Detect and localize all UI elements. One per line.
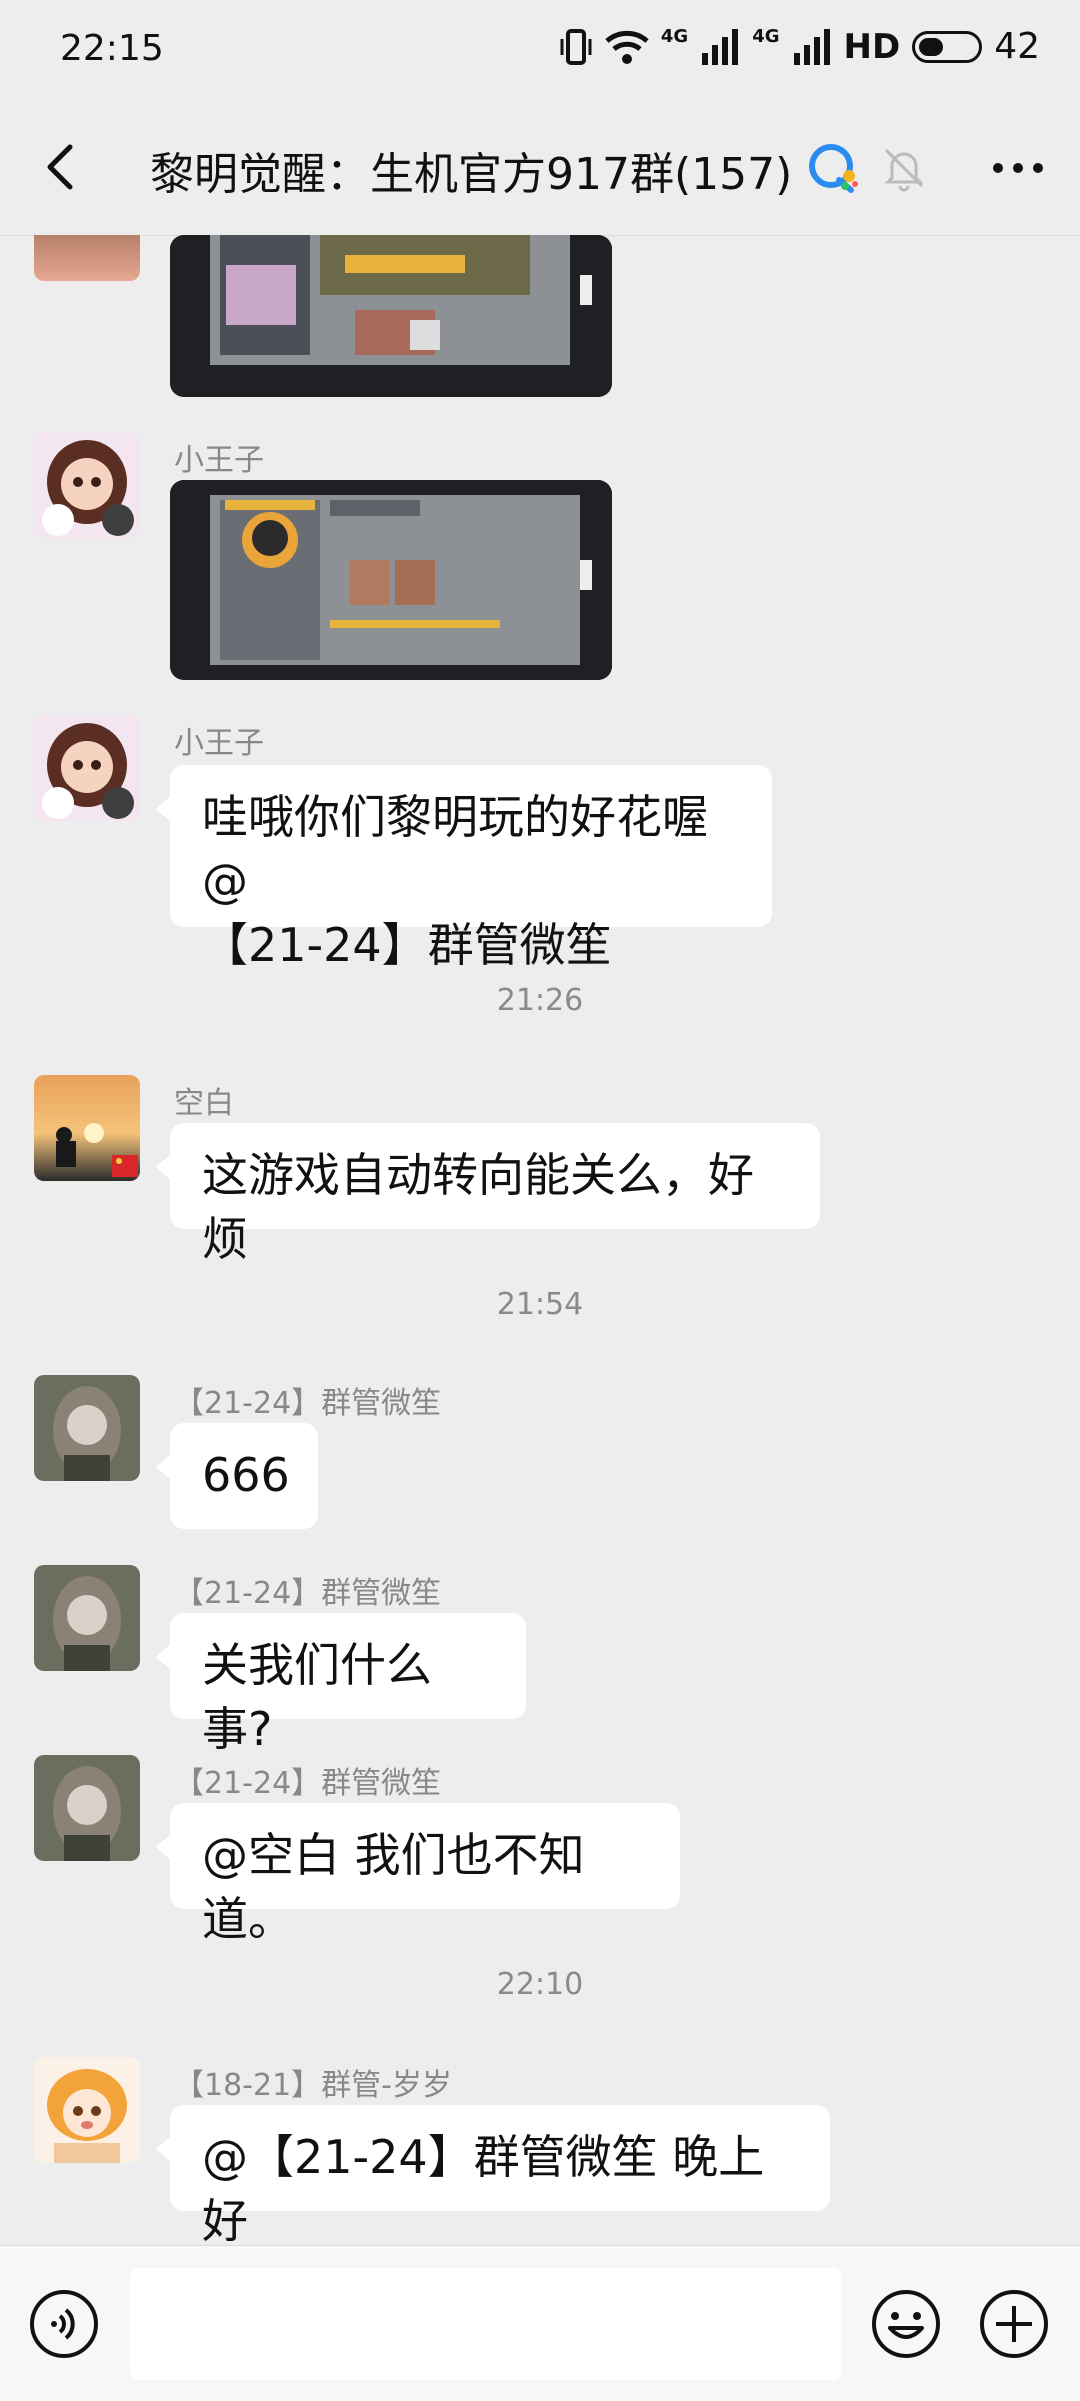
avatar[interactable] <box>34 1565 140 1671</box>
avatar[interactable] <box>34 1075 140 1181</box>
avatar[interactable] <box>34 1755 140 1861</box>
message-bubble[interactable]: 关我们什么事? <box>156 1613 526 1756</box>
sender-name: 【21-24】群管微笙 <box>174 1576 442 1611</box>
qq-chat-icon[interactable] <box>805 140 861 196</box>
anime-girl-forest-avatar <box>34 1375 140 1481</box>
status-bar: 22:15 4G 4G HD 42 <box>0 0 1080 100</box>
battery-level: 42 <box>994 26 1040 67</box>
message-text: 关我们什么事? <box>202 1638 432 1756</box>
message-bubble[interactable]: @空白 我们也不知道。 <box>156 1803 680 1946</box>
sender-name: 小王子 <box>174 443 264 478</box>
message-bubble[interactable]: 这游戏自动转向能关么，好烦 <box>156 1123 820 1266</box>
network-type-2: 4G <box>752 26 780 47</box>
timestamp: 22:10 <box>496 1967 584 2002</box>
sender-name: 【21-24】群管微笙 <box>174 1766 442 1801</box>
game-screenshot-image <box>170 235 612 397</box>
sunset-person-avatar <box>34 1075 140 1181</box>
avatar[interactable] <box>34 235 140 281</box>
girl-with-dogs-avatar <box>34 432 140 538</box>
status-icons: 4G 4G HD 42 <box>559 26 1040 67</box>
avatar[interactable] <box>34 1375 140 1481</box>
image-message[interactable] <box>170 480 612 680</box>
anime-girl-forest-avatar <box>34 1565 140 1671</box>
game-profile-screenshot <box>170 480 612 680</box>
orange-hair-anime-avatar <box>34 2057 140 2163</box>
plus-icon[interactable] <box>978 2288 1050 2360</box>
message-text: 666 <box>202 1448 290 1502</box>
hd-badge: HD <box>843 26 901 67</box>
timestamp: 21:54 <box>496 1287 584 1322</box>
chat-title[interactable]: 黎明觉醒：生机官方917群(157) <box>150 138 792 202</box>
message-bubble[interactable]: 666 <box>156 1423 318 1529</box>
message-bubble[interactable]: @【21-24】群管微笙 晚上好 <box>156 2105 830 2245</box>
sender-name: 空白 <box>174 1086 234 1121</box>
sender-name: 【18-21】群管-岁岁 <box>174 2068 452 2103</box>
sender-name: 小王子 <box>174 726 264 761</box>
message-text: @空白 我们也不知道。 <box>202 1828 585 1946</box>
avatar[interactable] <box>34 715 140 821</box>
girl-with-dogs-avatar <box>34 715 140 821</box>
image-message[interactable] <box>170 235 612 397</box>
message-input[interactable] <box>130 2268 842 2380</box>
chat-header: 黎明觉醒：生机官方917群(157) <box>0 100 1080 236</box>
signal-icon <box>702 28 739 65</box>
input-bar <box>0 2245 1080 2401</box>
network-type: 4G <box>660 26 689 47</box>
avatar[interactable] <box>34 432 140 538</box>
message-text: 这游戏自动转向能关么，好烦 <box>202 1148 754 1266</box>
anime-girl-forest-avatar <box>34 1755 140 1861</box>
wifi-icon <box>605 30 649 64</box>
more-icon[interactable] <box>986 140 1050 196</box>
status-time: 22:15 <box>60 28 164 69</box>
mute-bell-icon <box>884 148 924 192</box>
signal-icon-2 <box>793 28 830 65</box>
voice-icon[interactable] <box>28 2288 100 2360</box>
timestamp: 21:26 <box>496 983 584 1018</box>
vibrate-icon <box>560 28 592 65</box>
message-text: @【21-24】群管微笙 晚上好 <box>202 2130 765 2245</box>
emoji-icon[interactable] <box>870 2288 942 2360</box>
message-bubble[interactable]: 哇哦你们黎明玩的好花喔@ 【21-24】群管微笙 <box>156 765 772 972</box>
message-text: 哇哦你们黎明玩的好花喔@ <box>202 790 708 908</box>
back-icon[interactable] <box>30 135 94 199</box>
battery-icon <box>912 30 983 63</box>
message-text: 【21-24】群管微笙 <box>202 918 612 972</box>
chat-message-list[interactable]: 小王子 小王子 哇哦你们黎明玩的好花喔@ 【21-24】群管微笙 21:26 空… <box>0 235 1080 2245</box>
sender-name: 【21-24】群管微笙 <box>174 1386 442 1421</box>
avatar[interactable] <box>34 2057 140 2163</box>
